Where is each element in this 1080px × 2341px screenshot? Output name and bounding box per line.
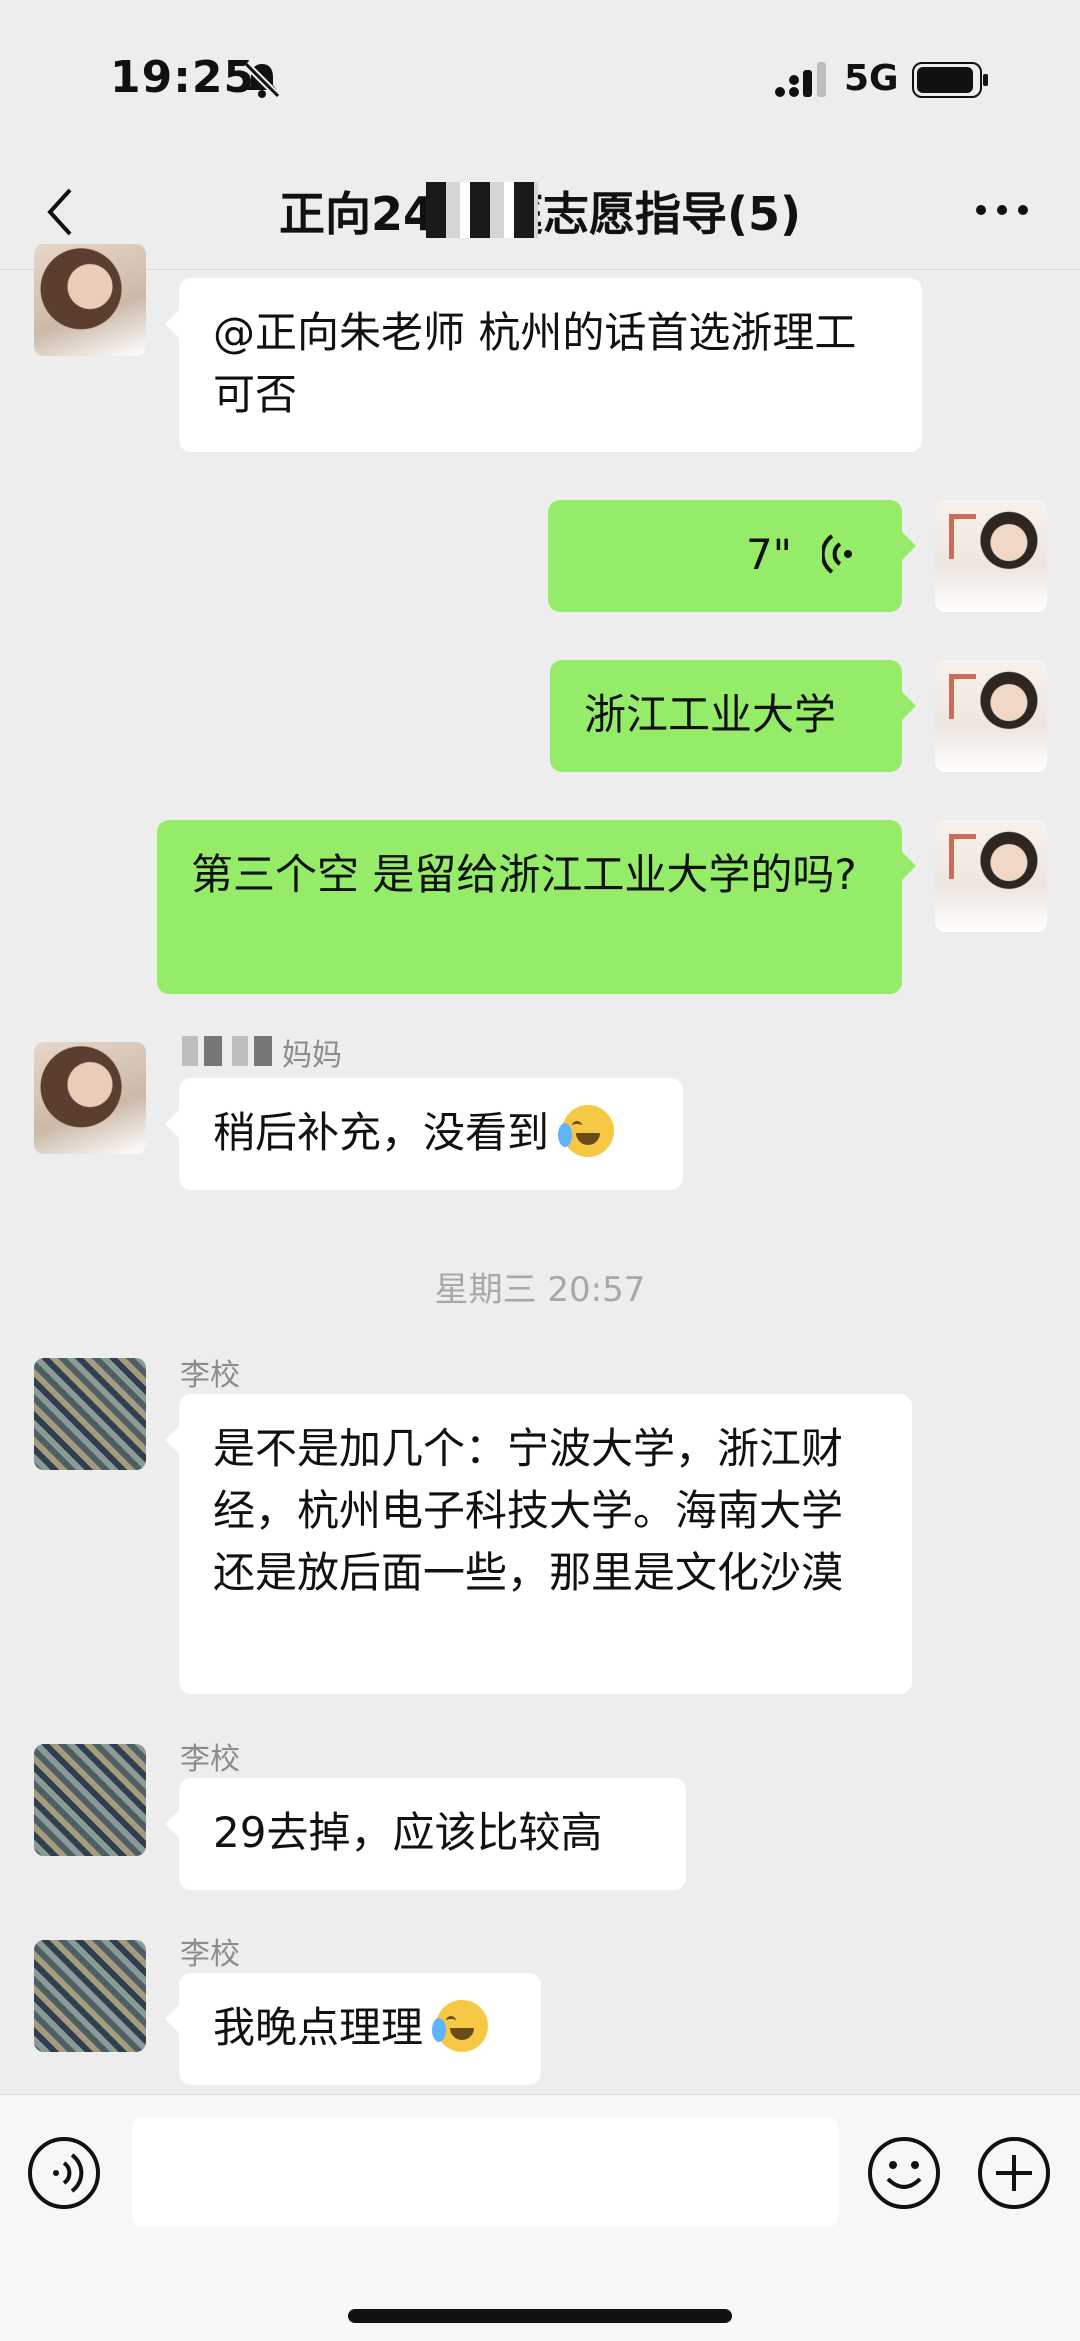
sender-name: 李校 — [180, 1937, 240, 1972]
voice-wave-icon — [822, 534, 852, 574]
avatar[interactable] — [935, 500, 1047, 612]
message-bubble[interactable]: 我晚点理理 — [165, 1973, 541, 2085]
avatar[interactable] — [34, 1358, 146, 1470]
network-type: 5G — [844, 58, 899, 99]
message-bubble[interactable]: 稍后补充，没看到 — [165, 1078, 683, 1190]
message-text: 浙江工业大学 — [584, 690, 837, 739]
crying-laughing-emoji — [432, 2000, 489, 2052]
redaction-mark — [172, 1036, 282, 1066]
battery-icon — [912, 62, 988, 98]
bell-slash-icon — [243, 61, 281, 99]
status-bar: 19:25 5G — [0, 0, 1080, 160]
redaction-mark — [426, 182, 538, 238]
message-text: 稍后补充，没看到 — [213, 1108, 550, 1157]
message-bubble[interactable]: 是不是加几个：宁波大学，浙江财经，杭州电子科技大学。海南大学还是放后面一些，那里… — [165, 1394, 912, 1694]
timestamp: 星期三 20:57 — [434, 1270, 646, 1310]
signal-icon — [775, 62, 826, 97]
plus-icon[interactable] — [976, 2135, 1052, 2211]
message-bubble[interactable]: 浙江工业大学 — [550, 660, 916, 772]
chat-title: 正向24届 庭志愿指导(5) — [278, 187, 802, 241]
chat-header: 正向24届 庭志愿指导(5) — [0, 160, 1080, 270]
message-text: @正向朱老师 杭州的话首选浙理工可否 — [213, 308, 857, 419]
sender-name: 李校 — [180, 1358, 240, 1393]
sender-name: 妈妈 — [282, 1038, 342, 1073]
message-bubble[interactable]: 29去掉，应该比较高 — [165, 1778, 686, 1890]
emoji-icon[interactable] — [866, 2135, 942, 2211]
message-text: 我晚点理理 — [213, 2003, 424, 2052]
avatar[interactable] — [34, 1940, 146, 2052]
more-icon[interactable] — [974, 200, 1030, 220]
home-indicator — [348, 2309, 732, 2323]
input-bar — [0, 2094, 1080, 2341]
avatar[interactable] — [34, 1042, 146, 1154]
sender-name: 李校 — [180, 1742, 240, 1777]
voice-duration: 7" — [745, 530, 792, 579]
avatar[interactable] — [34, 244, 146, 356]
avatar[interactable] — [935, 660, 1047, 772]
message-input[interactable] — [132, 2117, 838, 2227]
message-text: 29去掉，应该比较高 — [213, 1808, 603, 1857]
status-time: 19:25 — [110, 52, 256, 103]
voice-message-bubble[interactable]: 7" — [548, 500, 916, 612]
voice-mode-icon[interactable] — [26, 2135, 102, 2211]
avatar[interactable] — [935, 820, 1047, 932]
message-bubble[interactable]: @正向朱老师 杭州的话首选浙理工可否 — [165, 278, 922, 452]
message-text: 是不是加几个：宁波大学，浙江财经，杭州电子科技大学。海南大学还是放后面一些，那里… — [213, 1424, 844, 1597]
avatar[interactable] — [34, 1744, 146, 1856]
message-text: 第三个空 是留给浙江工业大学的吗? — [191, 850, 857, 899]
crying-laughing-emoji — [558, 1105, 615, 1157]
message-bubble[interactable]: 第三个空 是留给浙江工业大学的吗? — [157, 820, 916, 994]
